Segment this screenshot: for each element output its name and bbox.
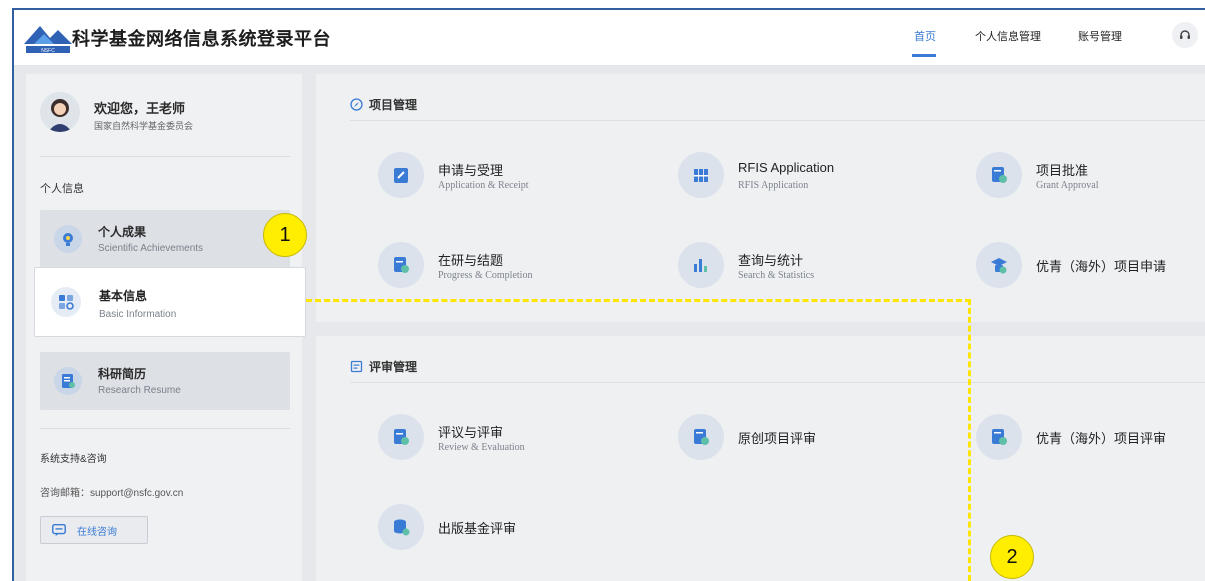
project-item-label: RFIS Application <box>738 160 835 175</box>
divider <box>40 156 290 157</box>
resume-icon <box>54 367 82 395</box>
achievement-icon <box>54 225 82 253</box>
project-item-label: 查询与统计 <box>738 253 804 268</box>
project-management-panel: 项目管理 申请与受理 Application & Receipt RFIS Ap… <box>316 74 1205 322</box>
review-item-publication[interactable]: 出版基金评审 <box>378 504 648 560</box>
panel-title-label: 评审管理 <box>369 360 418 374</box>
panel-title: 项目管理 <box>350 96 417 113</box>
nav-personal-info[interactable]: 个人信息管理 <box>975 28 1041 44</box>
compass-icon <box>350 98 363 111</box>
nav-active-underline <box>912 54 936 57</box>
sidebar-item-label: 个人成果 <box>98 225 147 239</box>
sidebar-item-label: 基本信息 <box>99 289 148 303</box>
project-item-approval[interactable]: 项目批准 Grant Approval <box>976 152 1205 208</box>
project-item-sublabel: Search & Statistics <box>738 270 815 281</box>
project-item-sublabel: RFIS Application <box>738 180 809 191</box>
document-badge-icon <box>976 152 1022 198</box>
project-item-excellent-youth[interactable]: 优青（海外）项目申请 <box>976 242 1205 298</box>
top-header: NSFC 科学基金网络信息系统登录平台 首页 个人信息管理 账号管理 <box>14 10 1205 66</box>
support-heading: 系统支持&咨询 <box>40 454 107 465</box>
edit-icon <box>378 152 424 198</box>
app-title: 科学基金网络信息系统登录平台 <box>72 29 331 49</box>
welcome-text: 欢迎您，王老师 <box>94 101 186 116</box>
organization-name: 国家自然科学基金委员会 <box>94 121 194 131</box>
report-check-icon <box>378 242 424 288</box>
divider <box>350 120 1205 121</box>
annotation-dashed-line-vertical <box>968 299 971 581</box>
bar-chart-icon <box>678 242 724 288</box>
review-icon <box>378 414 424 460</box>
project-item-label: 优青（海外）项目申请 <box>1036 259 1167 274</box>
svg-text:NSFC: NSFC <box>41 48 55 54</box>
project-item-application[interactable]: 申请与受理 Application & Receipt <box>378 152 648 208</box>
project-item-label: 申请与受理 <box>438 163 504 178</box>
nav-home[interactable]: 首页 <box>914 28 936 44</box>
books-icon <box>678 152 724 198</box>
project-item-label: 项目批准 <box>1036 163 1089 178</box>
chat-icon <box>52 523 66 537</box>
project-item-rfis[interactable]: RFIS Application RFIS Application <box>678 152 948 208</box>
project-item-sublabel: Application & Receipt <box>438 180 529 191</box>
personal-info-heading: 个人信息 <box>40 183 84 195</box>
nsfc-logo-icon: NSFC <box>24 26 72 54</box>
document-badge-icon <box>678 414 724 460</box>
divider <box>40 428 290 429</box>
avatar <box>40 92 80 132</box>
graduate-icon <box>976 242 1022 288</box>
review-item-label: 原创项目评审 <box>738 431 817 446</box>
review-item-label: 出版基金评审 <box>438 521 517 536</box>
sidebar-item-resume[interactable]: 科研简历 Research Resume <box>40 352 290 410</box>
online-consult-button[interactable]: 在线咨询 <box>40 516 148 544</box>
database-icon <box>378 504 424 550</box>
sidebar-item-sublabel: Research Resume <box>98 385 181 396</box>
project-item-progress[interactable]: 在研与结题 Progress & Completion <box>378 242 648 298</box>
review-item-evaluation[interactable]: 评议与评审 Review & Evaluation <box>378 414 648 470</box>
headset-icon[interactable] <box>1172 22 1198 48</box>
review-item-original[interactable]: 原创项目评审 <box>678 414 948 470</box>
review-item-label: 优青（海外）项目评审 <box>1036 431 1167 446</box>
annotation-badge-2: 2 <box>990 535 1034 579</box>
sidebar-item-label: 科研简历 <box>98 367 147 381</box>
project-item-sublabel: Grant Approval <box>1036 180 1099 191</box>
annotation-dashed-line-horizontal <box>306 299 971 302</box>
sidebar-item-sublabel: Scientific Achievements <box>98 243 204 254</box>
nav-account[interactable]: 账号管理 <box>1078 28 1122 44</box>
sidebar-item-achievements[interactable]: 个人成果 Scientific Achievements <box>40 210 290 268</box>
support-email: 咨询邮箱：support@nsfc.gov.cn <box>40 488 184 499</box>
panel-title-label: 项目管理 <box>369 98 418 112</box>
review-doc-icon <box>350 360 363 373</box>
sidebar-item-basic-info[interactable]: 基本信息 Basic Information <box>34 267 306 337</box>
annotation-badge-1: 1 <box>263 213 307 257</box>
panel-title: 评审管理 <box>350 358 417 375</box>
online-consult-label: 在线咨询 <box>77 526 117 538</box>
review-item-excellent-youth[interactable]: 优青（海外）项目评审 <box>976 414 1205 470</box>
review-item-label: 评议与评审 <box>438 425 504 440</box>
basic-info-icon <box>51 287 81 317</box>
project-item-statistics[interactable]: 查询与统计 Search & Statistics <box>678 242 948 298</box>
project-item-label: 在研与结题 <box>438 253 504 268</box>
review-management-panel: 评审管理 评议与评审 Review & Evaluation 原创项目评审 优青… <box>316 336 1205 581</box>
divider <box>350 382 1205 383</box>
document-badge-icon <box>976 414 1022 460</box>
review-item-sublabel: Review & Evaluation <box>438 442 525 453</box>
sidebar-item-sublabel: Basic Information <box>99 309 177 320</box>
project-item-sublabel: Progress & Completion <box>438 270 533 281</box>
